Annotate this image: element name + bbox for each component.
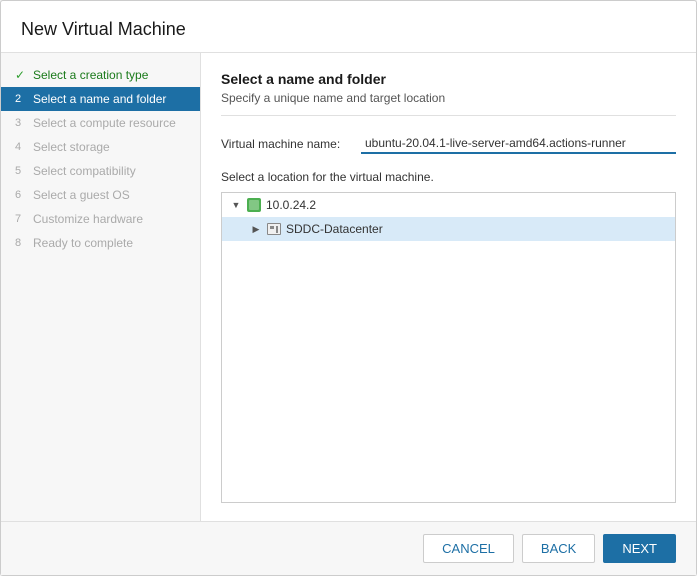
vm-name-label: Virtual machine name: — [221, 137, 361, 151]
tree-child-datacenter[interactable]: ▶ SDDC-Datacenter — [222, 217, 675, 241]
back-button[interactable]: BACK — [522, 534, 595, 563]
vcenter-icon — [246, 197, 262, 213]
location-label: Select a location for the virtual machin… — [221, 170, 676, 184]
sidebar-step5-label: Select compatibility — [33, 164, 136, 178]
cancel-button[interactable]: CANCEL — [423, 534, 514, 563]
chevron-right-icon: ▶ — [250, 223, 262, 235]
section-title: Select a name and folder — [221, 71, 676, 87]
sidebar-step2-label: Select a name and folder — [33, 92, 166, 106]
new-vm-dialog: New Virtual Machine ✓ Select a creation … — [0, 0, 697, 576]
vm-name-input[interactable] — [361, 134, 676, 154]
sidebar-item-step2[interactable]: 2 Select a name and folder — [1, 87, 200, 111]
sidebar-step1-label: Select a creation type — [33, 68, 148, 82]
section-subtitle: Specify a unique name and target locatio… — [221, 91, 676, 116]
chevron-down-icon: ▼ — [230, 199, 242, 211]
step2-number: 2 — [15, 93, 27, 105]
sidebar-step4-label: Select storage — [33, 140, 110, 154]
sidebar-step6-label: Select a guest OS — [33, 188, 130, 202]
tree-root-label: 10.0.24.2 — [266, 198, 316, 212]
vm-name-row: Virtual machine name: — [221, 134, 676, 154]
step4-number: 4 — [15, 141, 27, 153]
dialog-title: New Virtual Machine — [1, 1, 696, 53]
sidebar-item-step6: 6 Select a guest OS — [1, 183, 200, 207]
main-content: Select a name and folder Specify a uniqu… — [201, 53, 696, 521]
step8-number: 8 — [15, 237, 27, 249]
sidebar-item-step5: 5 Select compatibility — [1, 159, 200, 183]
sidebar-item-step7: 7 Customize hardware — [1, 207, 200, 231]
sidebar-item-step3: 3 Select a compute resource — [1, 111, 200, 135]
tree-datacenter-label: SDDC-Datacenter — [286, 222, 383, 236]
datacenter-icon — [266, 221, 282, 237]
sidebar-item-step4: 4 Select storage — [1, 135, 200, 159]
location-tree[interactable]: ▼ 10.0.24.2 ▶ SDDC-Datacenter — [221, 192, 676, 503]
checkmark-icon: ✓ — [15, 68, 27, 82]
step5-number: 5 — [15, 165, 27, 177]
next-button[interactable]: NEXT — [603, 534, 676, 563]
step3-number: 3 — [15, 117, 27, 129]
dialog-body: ✓ Select a creation type 2 Select a name… — [1, 53, 696, 521]
sidebar-item-step1[interactable]: ✓ Select a creation type — [1, 63, 200, 87]
sidebar-step7-label: Customize hardware — [33, 212, 143, 226]
dialog-footer: CANCEL BACK NEXT — [1, 521, 696, 575]
sidebar: ✓ Select a creation type 2 Select a name… — [1, 53, 201, 521]
tree-root-node[interactable]: ▼ 10.0.24.2 — [222, 193, 675, 217]
sidebar-step8-label: Ready to complete — [33, 236, 133, 250]
sidebar-step3-label: Select a compute resource — [33, 116, 176, 130]
sidebar-item-step8: 8 Ready to complete — [1, 231, 200, 255]
step7-number: 7 — [15, 213, 27, 225]
step6-number: 6 — [15, 189, 27, 201]
